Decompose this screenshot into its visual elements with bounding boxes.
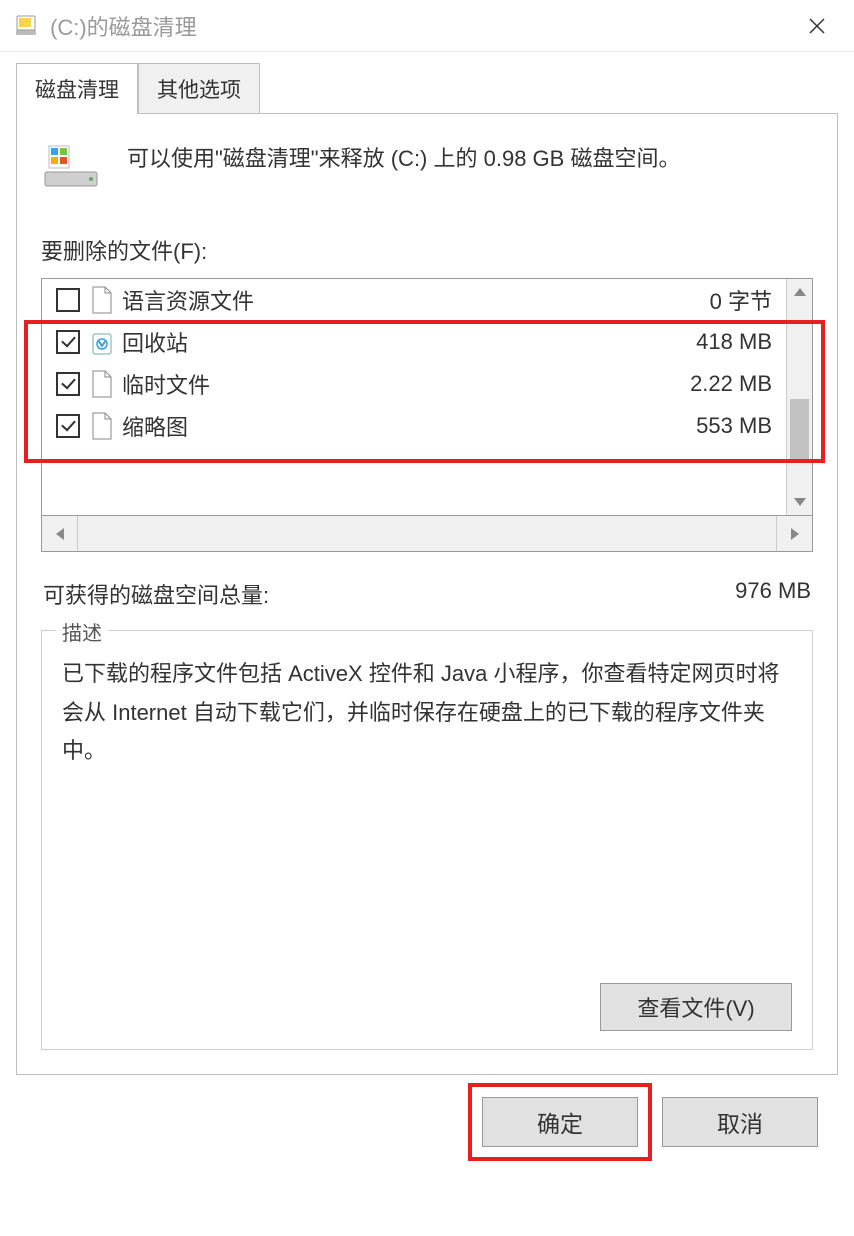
total-space-row: 可获得的磁盘空间总量: 976 MB (43, 578, 811, 610)
description-text: 已下载的程序文件包括 ActiveX 控件和 Java 小程序，你查看特定网页时… (62, 655, 792, 771)
cancel-button[interactable]: 取消 (662, 1097, 818, 1147)
file-label: 缩略图 (122, 410, 686, 442)
dialog-footer: 确定 取消 (16, 1075, 838, 1147)
file-row[interactable]: 回收站 418 MB (42, 321, 786, 363)
file-icon (90, 412, 114, 440)
button-label: 查看文件(V) (637, 991, 754, 1023)
file-size: 553 MB (696, 413, 772, 439)
total-value: 976 MB (735, 578, 811, 610)
files-section-label: 要删除的文件(F): (41, 234, 813, 266)
scroll-track[interactable] (78, 516, 776, 551)
file-checkbox[interactable] (56, 288, 80, 312)
tab-disk-cleanup[interactable]: 磁盘清理 (16, 63, 138, 114)
file-label: 语言资源文件 (122, 284, 700, 316)
tab-more-options[interactable]: 其他选项 (138, 63, 260, 114)
chevron-down-icon (794, 498, 806, 506)
file-size: 418 MB (696, 329, 772, 355)
scroll-right-arrow[interactable] (776, 516, 812, 551)
file-label: 回收站 (122, 326, 686, 358)
chevron-up-icon (794, 288, 806, 296)
total-label: 可获得的磁盘空间总量: (43, 578, 269, 610)
file-icon (90, 370, 114, 398)
chevron-left-icon (56, 528, 64, 540)
window-title: (C:)的磁盘清理 (50, 10, 794, 42)
file-label: 临时文件 (122, 368, 680, 400)
vertical-scrollbar[interactable] (786, 279, 812, 515)
disk-cleanup-icon (14, 14, 38, 38)
file-checkbox[interactable] (56, 330, 80, 354)
drive-icon (41, 142, 101, 190)
file-checkbox[interactable] (56, 372, 80, 396)
file-row[interactable]: 缩略图 553 MB (42, 405, 786, 447)
scroll-left-arrow[interactable] (42, 516, 78, 551)
file-list: 语言资源文件 0 字节回收站 418 MB 临时文件 2.22 MB缩略图 553 MB (41, 278, 813, 516)
file-row[interactable]: 语言资源文件 0 字节 (42, 279, 786, 321)
scroll-thumb[interactable] (790, 399, 809, 463)
button-label: 取消 (717, 1105, 763, 1139)
chevron-right-icon (791, 528, 799, 540)
ok-button[interactable]: 确定 (482, 1097, 638, 1147)
info-row: 可以使用"磁盘清理"来释放 (C:) 上的 0.98 GB 磁盘空间。 (41, 142, 813, 190)
tab-label: 其他选项 (157, 79, 241, 102)
tab-strip: 磁盘清理 其他选项 (16, 64, 838, 114)
button-label: 确定 (537, 1105, 583, 1139)
file-checkbox[interactable] (56, 414, 80, 438)
info-text: 可以使用"磁盘清理"来释放 (C:) 上的 0.98 GB 磁盘空间。 (127, 142, 680, 175)
close-icon (808, 17, 826, 35)
close-button[interactable] (794, 3, 840, 49)
file-size: 0 字节 (710, 284, 772, 316)
description-group: 描述 已下载的程序文件包括 ActiveX 控件和 Java 小程序，你查看特定… (41, 630, 813, 1050)
file-icon (90, 286, 114, 314)
tab-label: 磁盘清理 (35, 79, 119, 102)
tab-panel: 可以使用"磁盘清理"来释放 (C:) 上的 0.98 GB 磁盘空间。 要删除的… (16, 114, 838, 1075)
file-size: 2.22 MB (690, 371, 772, 397)
scroll-up-arrow[interactable] (787, 279, 812, 305)
description-legend: 描述 (56, 617, 108, 646)
file-row[interactable]: 临时文件 2.22 MB (42, 363, 786, 405)
title-bar: (C:)的磁盘清理 (0, 0, 854, 52)
recycle-bin-icon (90, 328, 114, 356)
horizontal-scrollbar[interactable] (41, 516, 813, 552)
scroll-down-arrow[interactable] (787, 489, 812, 515)
view-files-button[interactable]: 查看文件(V) (600, 983, 792, 1031)
